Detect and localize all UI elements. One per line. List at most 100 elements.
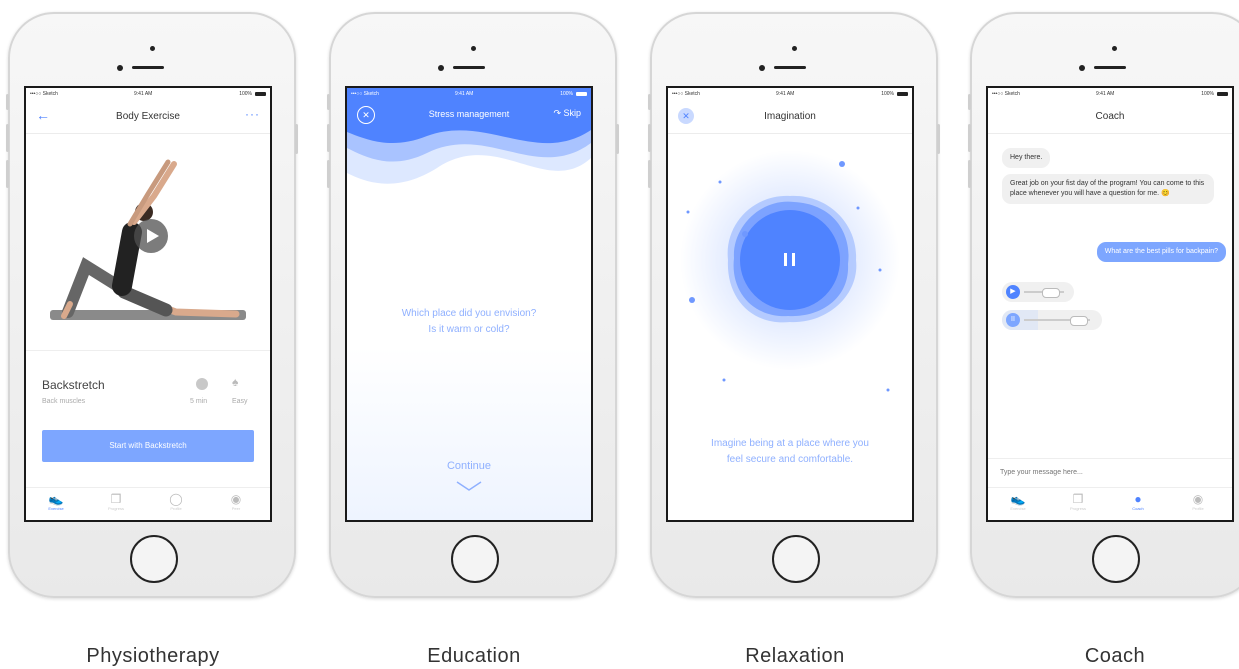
skip-button[interactable]: ↷ Skip bbox=[553, 108, 581, 119]
battery-icon bbox=[576, 92, 587, 96]
coach-message: Great job on your fist day of the progra… bbox=[1002, 174, 1214, 204]
pause-icon[interactable]: II bbox=[1006, 313, 1020, 327]
play-button[interactable] bbox=[134, 219, 168, 253]
tab-progress[interactable]: ❒ Progress bbox=[96, 492, 136, 511]
time-label: 9:41 AM bbox=[776, 91, 795, 97]
volume-down-button bbox=[968, 160, 971, 188]
start-exercise-button[interactable]: Start with Backstretch bbox=[42, 430, 254, 462]
clock-icon bbox=[196, 378, 208, 390]
coach-message: Hey there. bbox=[1002, 148, 1051, 168]
earpiece-speaker bbox=[453, 66, 485, 69]
status-bar: •••○○ Sketch 9:41 AM 100% bbox=[26, 88, 270, 101]
battery-label: 100% bbox=[881, 91, 894, 97]
exercise-subtitle: Back muscles bbox=[42, 398, 86, 405]
earpiece-speaker bbox=[1094, 66, 1126, 69]
exercise-video[interactable] bbox=[26, 134, 270, 351]
status-bar: •••○○ Sketch 9:41 AM 100% bbox=[668, 88, 912, 101]
home-button[interactable] bbox=[772, 535, 820, 583]
tab-peer[interactable]: ◉ Peer bbox=[216, 492, 256, 511]
battery-icon bbox=[1217, 92, 1228, 96]
user-icon: ◉ bbox=[230, 492, 242, 506]
play-icon[interactable]: ▶ bbox=[1006, 285, 1020, 299]
proximity-sensor bbox=[438, 65, 444, 71]
time-label: 9:41 AM bbox=[134, 91, 153, 97]
pause-button[interactable] bbox=[765, 285, 815, 335]
power-button bbox=[937, 124, 940, 154]
tab-exercise[interactable]: 👟 Exercise bbox=[36, 492, 76, 511]
audio-scrub-handle[interactable] bbox=[1042, 288, 1060, 298]
time-label: 9:41 AM bbox=[1096, 91, 1115, 97]
phone-physiotherapy: •••○○ Sketch 9:41 AM 100% ← Body Exercis… bbox=[6, 0, 298, 669]
front-camera bbox=[792, 46, 797, 51]
front-camera bbox=[471, 46, 476, 51]
phone-frame: •••○○ Sketch 9:41 AM 100% ← Body Exercis… bbox=[6, 12, 298, 598]
proximity-sensor bbox=[1079, 65, 1085, 71]
phone-coach: •••○○ Sketch 9:41 AM 100% Coach Hey ther… bbox=[968, 0, 1239, 669]
relaxation-prompt: Imagine being at a place where you feel … bbox=[711, 438, 869, 465]
user-message: What are the best pills for backpain? bbox=[1096, 242, 1226, 262]
battery-icon bbox=[897, 92, 908, 96]
duration-label: 5 min bbox=[190, 398, 208, 405]
phone-relaxation: •••○○ Sketch 9:41 AM 100% ✕ Imagination bbox=[648, 0, 940, 669]
earpiece-speaker bbox=[132, 66, 164, 69]
audio-message-player[interactable]: ▶ bbox=[1002, 282, 1074, 302]
phone-caption: Education bbox=[427, 645, 521, 667]
divider bbox=[988, 458, 1232, 459]
phone-caption: Coach bbox=[1084, 645, 1146, 667]
audio-scrub-handle[interactable] bbox=[1070, 316, 1088, 326]
tab-profile[interactable]: ◯ Profile bbox=[156, 492, 196, 511]
phone-frame: •••○○ Sketch 9:41 AM 100% ✕ Stress manag… bbox=[327, 12, 619, 598]
carrier-label: •••○○ Sketch bbox=[30, 91, 58, 97]
home-button[interactable] bbox=[130, 535, 178, 583]
exercise-name: Backstretch bbox=[42, 378, 105, 392]
page-title: Coach bbox=[1095, 111, 1125, 122]
carrier-label: •••○○ Sketch bbox=[351, 91, 379, 97]
volume-up-button bbox=[648, 124, 651, 152]
volume-up-button bbox=[327, 124, 330, 152]
chevron-down-icon[interactable] bbox=[454, 480, 484, 492]
battery-icon bbox=[255, 92, 266, 96]
tab-profile[interactable]: ◉ Profile bbox=[1178, 492, 1218, 511]
battery-label: 100% bbox=[1201, 91, 1214, 97]
book-icon: ❒ bbox=[1072, 492, 1084, 506]
message-input[interactable] bbox=[998, 464, 1222, 480]
mute-switch bbox=[648, 94, 651, 110]
tab-coach[interactable]: ● Coach bbox=[1118, 492, 1158, 511]
audio-message-player[interactable]: II bbox=[1002, 310, 1102, 330]
tab-progress[interactable]: ❒ Progress bbox=[1058, 492, 1098, 511]
user-icon: ◉ bbox=[1192, 492, 1204, 506]
screen: •••○○ Sketch 9:41 AM 100% Coach Hey ther… bbox=[986, 86, 1234, 522]
power-button bbox=[295, 124, 298, 154]
power-button bbox=[616, 124, 619, 154]
status-bar: •••○○ Sketch 9:41 AM 100% bbox=[988, 88, 1232, 101]
book-icon: ❒ bbox=[110, 492, 122, 506]
phone-caption: Relaxation bbox=[745, 645, 845, 667]
carrier-label: •••○○ Sketch bbox=[672, 91, 700, 97]
home-button[interactable] bbox=[1092, 535, 1140, 583]
flame-icon: ♠ bbox=[232, 375, 239, 389]
mute-switch bbox=[6, 94, 9, 110]
difficulty-label: Easy bbox=[232, 398, 248, 405]
screen: •••○○ Sketch 9:41 AM 100% ← Body Exercis… bbox=[24, 86, 272, 522]
mute-switch bbox=[327, 94, 330, 110]
phone-frame: •••○○ Sketch 9:41 AM 100% Coach Hey ther… bbox=[968, 12, 1239, 598]
breathing-visualization bbox=[680, 150, 900, 392]
phone-education: •••○○ Sketch 9:41 AM 100% ✕ Stress manag… bbox=[327, 0, 619, 669]
proximity-sensor bbox=[117, 65, 123, 71]
time-label: 9:41 AM bbox=[455, 91, 474, 97]
tab-bar: 👟 Exercise ❒ Progress ◯ Profile ◉ Peer bbox=[26, 487, 270, 520]
volume-down-button bbox=[327, 160, 330, 188]
tab-exercise[interactable]: 👟 Exercise bbox=[998, 492, 1038, 511]
coach-icon: ● bbox=[1134, 492, 1142, 506]
mute-switch bbox=[968, 94, 971, 110]
front-camera bbox=[1112, 46, 1117, 51]
front-camera bbox=[150, 46, 155, 51]
sneaker-icon: 👟 bbox=[1010, 492, 1026, 506]
volume-up-button bbox=[6, 124, 9, 152]
continue-button[interactable]: Continue bbox=[347, 460, 591, 472]
more-icon[interactable]: ··· bbox=[245, 107, 260, 121]
volume-down-button bbox=[6, 160, 9, 188]
home-button[interactable] bbox=[451, 535, 499, 583]
proximity-sensor bbox=[759, 65, 765, 71]
earpiece-speaker bbox=[774, 66, 806, 69]
